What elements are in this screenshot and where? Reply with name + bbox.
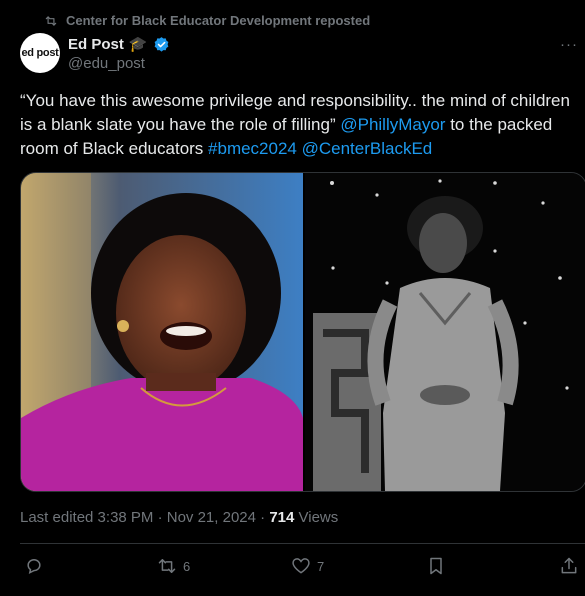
bookmark-button[interactable] (426, 556, 446, 576)
retweet-icon (158, 559, 176, 573)
hashtag-bmec2024[interactable]: #bmec2024 (208, 139, 297, 158)
verified-badge-icon[interactable] (153, 36, 170, 53)
views-count: 714 (269, 509, 295, 526)
speaker-color-photo (21, 173, 303, 491)
retweet-button[interactable]: 6 (157, 556, 190, 576)
author-name-row: Ed Post 🎓 (68, 35, 170, 53)
edited-timestamp[interactable]: Last edited 3:38 PM · Nov 21, 2024 · (20, 509, 269, 526)
mention-phillymayor[interactable]: @PhillyMayor (340, 115, 445, 134)
repost-icon (45, 15, 57, 26)
divider (20, 543, 585, 544)
retweet-count: 6 (183, 558, 191, 574)
heart-icon (292, 558, 310, 574)
repost-text: Center for Black Educator Development re… (66, 13, 371, 28)
tweet-meta: Last edited 3:38 PM · Nov 21, 2024 · 714… (20, 509, 338, 526)
avatar[interactable]: ed post (20, 33, 60, 73)
speaker-bw-photo (305, 173, 585, 491)
share-icon (561, 557, 577, 574)
tweet-media (20, 172, 585, 492)
graduation-cap-icon: 🎓 (128, 36, 148, 53)
tweet-text: “You have this awesome privilege and res… (20, 89, 580, 161)
author-name[interactable]: Ed Post (68, 36, 124, 53)
more-options-icon[interactable]: ··· (560, 36, 578, 53)
views-label: Views (294, 509, 339, 526)
author-handle[interactable]: @edu_post (68, 55, 145, 72)
mention-centerblacked[interactable]: @CenterBlackEd (302, 139, 433, 158)
photo-speaker-bw[interactable] (303, 173, 585, 491)
repost-indicator[interactable]: Center for Black Educator Development re… (44, 13, 370, 28)
reply-icon (27, 559, 41, 575)
action-bar: 6 7 (0, 556, 585, 580)
like-button[interactable]: 7 (291, 556, 324, 576)
photo-speaker-color[interactable] (21, 173, 303, 491)
bookmark-icon (430, 557, 442, 575)
like-count: 7 (317, 558, 325, 574)
share-button[interactable] (559, 556, 579, 576)
avatar-logo-text: ed post (21, 47, 59, 59)
reply-button[interactable] (24, 556, 50, 576)
